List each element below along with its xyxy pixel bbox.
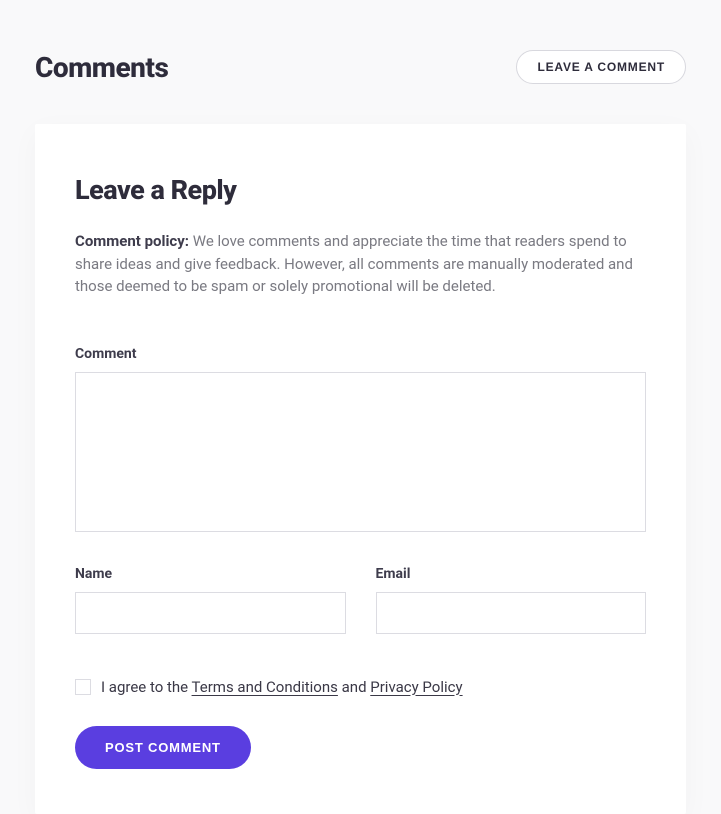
post-comment-button[interactable]: POST COMMENT bbox=[75, 726, 251, 769]
name-label: Name bbox=[75, 566, 346, 582]
name-field-group: Name bbox=[75, 566, 346, 634]
consent-checkbox[interactable] bbox=[75, 679, 91, 695]
name-input[interactable] bbox=[75, 592, 346, 634]
leave-comment-button[interactable]: LEAVE A COMMENT bbox=[516, 50, 686, 84]
policy-label: Comment policy: bbox=[75, 232, 189, 250]
terms-link[interactable]: Terms and Conditions bbox=[192, 678, 338, 696]
header-row: Comments LEAVE A COMMENT bbox=[0, 0, 721, 114]
comment-form-card: Leave a Reply Comment policy: We love co… bbox=[35, 124, 686, 814]
page-title: Comments bbox=[35, 51, 168, 84]
email-label: Email bbox=[376, 566, 647, 582]
email-input[interactable] bbox=[376, 592, 647, 634]
privacy-link[interactable]: Privacy Policy bbox=[370, 678, 462, 696]
consent-prefix: I agree to the bbox=[101, 678, 192, 696]
form-title: Leave a Reply bbox=[75, 174, 646, 206]
comment-field-group: Comment bbox=[75, 346, 646, 536]
consent-row: I agree to the Terms and Conditions and … bbox=[75, 678, 646, 696]
email-field-group: Email bbox=[376, 566, 647, 634]
comment-label: Comment bbox=[75, 346, 646, 362]
consent-and: and bbox=[338, 678, 370, 696]
comment-policy: Comment policy: We love comments and app… bbox=[75, 230, 646, 298]
name-email-row: Name Email bbox=[75, 566, 646, 634]
comment-textarea[interactable] bbox=[75, 372, 646, 532]
consent-text: I agree to the Terms and Conditions and … bbox=[101, 678, 463, 696]
